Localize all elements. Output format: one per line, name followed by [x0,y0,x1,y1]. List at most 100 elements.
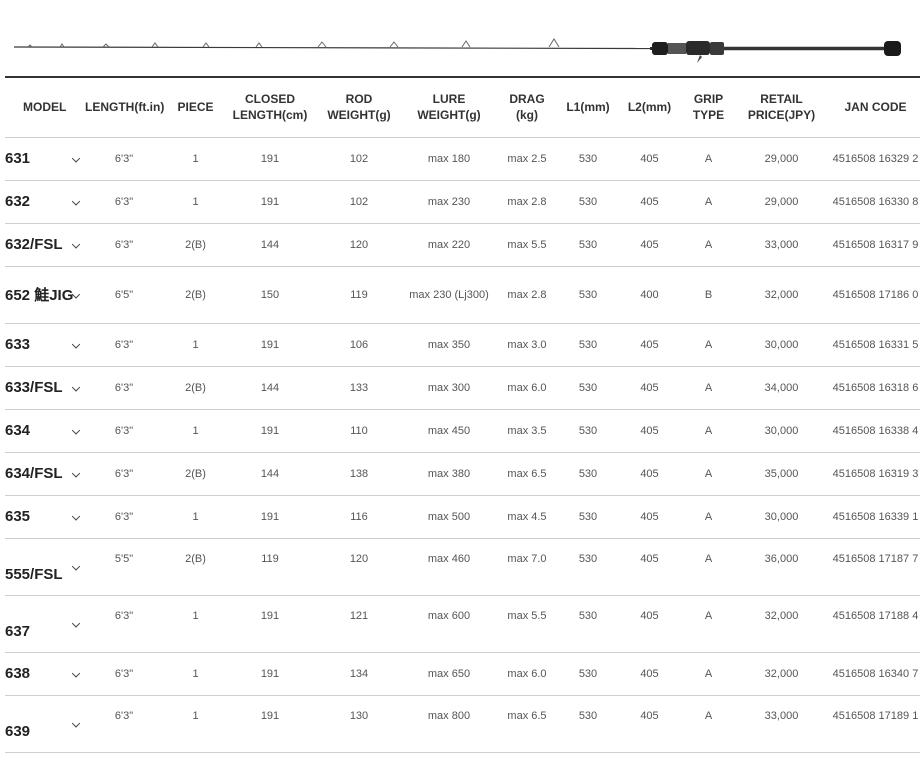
table-row[interactable]: 631 6'3" 1 191 102 max 180 max 2.5 530 405 A 29,00… [5,137,920,181]
model-name: 632/FSL [5,236,63,253]
lure-weight-value: max 380 [427,467,471,480]
l1-cell: 530 [562,495,614,539]
model-cell[interactable]: 638 [5,652,85,696]
chevron-down-icon[interactable] [71,561,81,571]
lure-weight-cell: max 220 [406,223,492,267]
drag-value: max 6.0 [507,381,547,394]
chevron-down-icon[interactable] [71,196,81,206]
rod-weight-cell: 110 [312,409,406,453]
chevron-down-icon[interactable] [71,425,81,435]
model-cell[interactable]: 555/FSL [5,538,85,596]
model-cell[interactable]: 634/FSL [5,452,85,496]
model-name: 633/FSL [5,379,63,396]
drag-value: max 2.5 [507,152,547,165]
l1-value: 530 [578,195,598,208]
retail-price-value: 30,000 [764,510,799,523]
piece-cell: 2(B) [163,452,228,496]
l1-value: 530 [578,288,598,301]
model-cell[interactable]: 637 [5,595,85,653]
table-row[interactable]: 634 6'3" 1 191 110 max 450 max 3.5 530 405 A 30,00… [5,409,920,453]
chevron-down-icon[interactable] [71,718,81,728]
closed-length-cell: 191 [228,495,312,539]
closed-length-value: 191 [260,667,280,680]
lure-weight-value: max 180 [427,152,471,165]
piece-value: 2(B) [185,552,206,565]
piece-value: 2(B) [185,238,206,251]
model-name: 633 [5,336,31,353]
rod-weight-value: 130 [349,709,369,722]
model-cell[interactable]: 652 鮭JIG [5,266,85,324]
rod-weight-value: 121 [349,609,369,622]
table-row[interactable]: 632/FSL 6'3" 2(B) 144 120 max 220 max 5.5 530 40… [5,223,920,267]
chevron-down-icon[interactable] [71,511,81,521]
model-cell[interactable]: 634 [5,409,85,453]
table-row[interactable]: 652 鮭JIG 6'5" 2(B) 150 119 max 230 (Lj300) max… [5,266,920,324]
closed-length-value: 119 [261,552,279,565]
piece-cell: 1 [163,495,228,539]
table-row[interactable]: 637 6'3" 1 191 121 max 600 max 5.5 530 405 A 32,00… [5,595,920,653]
table-row[interactable]: 632 6'3" 1 191 102 max 230 max 2.8 530 405 A 29,00… [5,180,920,224]
model-cell[interactable]: 633/FSL [5,366,85,410]
piece-cell: 1 [163,180,228,224]
header-lure-weight: LURE WEIGHT(g) [406,76,492,138]
length-cell: 6'3" [85,652,163,696]
grip-type-value: B [704,288,713,301]
drag-value: max 6.5 [507,467,547,480]
l1-value: 530 [578,667,598,680]
length-cell: 6'3" [85,223,163,267]
drag-cell: max 7.0 [492,538,562,596]
l2-cell: 405 [614,137,685,181]
header-closed-length: CLOSED LENGTH(cm) [228,76,312,138]
closed-length-value: 191 [260,609,280,622]
table-row[interactable]: 634/FSL 6'3" 2(B) 144 138 max 380 max 6.5 530 40… [5,452,920,496]
chevron-down-icon[interactable] [71,153,81,163]
lure-weight-value: max 300 [427,381,471,394]
rod-weight-cell: 119 [312,266,406,324]
piece-cell: 1 [163,323,228,367]
grip-type-value: A [704,424,713,437]
grip-type-cell: A [685,538,732,596]
l2-cell: 405 [614,323,685,367]
model-name: 632 [5,193,31,210]
length-value: 6'3" [114,467,134,480]
jan-code-value: 4516508 16330 8 [832,195,919,208]
jan-code-value: 4516508 16340 7 [832,667,919,680]
chevron-down-icon[interactable] [71,239,81,249]
model-name: 631 [5,150,31,167]
chevron-down-icon[interactable] [71,468,81,478]
chevron-down-icon[interactable] [71,382,81,392]
length-value: 6'3" [114,709,134,722]
table-row[interactable]: 638 6'3" 1 191 134 max 650 max 6.0 530 405 A 32,00… [5,652,920,696]
model-cell[interactable]: 632 [5,180,85,224]
model-cell[interactable]: 633 [5,323,85,367]
model-cell[interactable]: 639 [5,695,85,753]
piece-cell: 2(B) [163,366,228,410]
chevron-down-icon[interactable] [71,668,81,678]
fishing-rod-image [13,38,901,63]
piece-value: 2(B) [185,381,206,394]
model-cell[interactable]: 631 [5,137,85,181]
table-row[interactable]: 635 6'3" 1 191 116 max 500 max 4.5 530 405 A 30,00… [5,495,920,539]
chevron-down-icon[interactable] [71,618,81,628]
rod-weight-value: 120 [349,552,369,565]
rod-weight-cell: 130 [312,695,406,753]
grip-type-cell: A [685,409,732,453]
length-value: 6'3" [114,609,134,622]
drag-cell: max 3.0 [492,323,562,367]
grip-type-cell: A [685,495,732,539]
model-cell[interactable]: 632/FSL [5,223,85,267]
table-row[interactable]: 633 6'3" 1 191 106 max 350 max 3.0 530 405 A 30,00… [5,323,920,367]
retail-price-cell: 29,000 [732,137,831,181]
l2-cell: 405 [614,366,685,410]
length-value: 5'5" [114,552,134,565]
l2-value: 400 [640,288,659,301]
l1-value: 530 [578,552,598,565]
chevron-down-icon[interactable] [71,339,81,349]
table-row[interactable]: 633/FSL 6'3" 2(B) 144 133 max 300 max 6.0 530 40… [5,366,920,410]
table-row[interactable]: 639 6'3" 1 191 130 max 800 max 6.5 530 405 A 33,00… [5,695,920,753]
grip-type-cell: A [685,366,732,410]
l2-cell: 405 [614,409,685,453]
model-cell[interactable]: 635 [5,495,85,539]
model-name: 634 [5,422,31,439]
table-row[interactable]: 555/FSL 5'5" 2(B) 119 120 max 460 max 7.0 530 40… [5,538,920,596]
